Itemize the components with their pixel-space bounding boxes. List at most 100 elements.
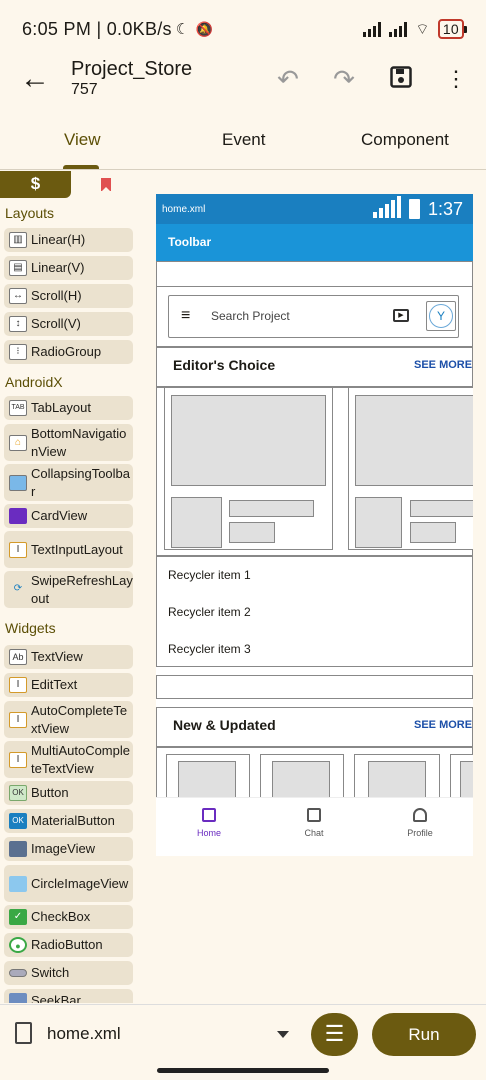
moon-icon: ☾ [175,21,190,38]
switch-icon [9,969,27,977]
palette-item[interactable]: ▥ Linear(H) [4,228,133,252]
seekbar-icon [9,993,27,1003]
palette-item[interactable]: CollapsingToolbar [4,464,133,501]
card-image [171,395,326,486]
back-arrow-icon[interactable]: ← [20,64,50,96]
palette-item[interactable]: CardView [4,504,133,528]
app-tile-image [272,761,330,801]
button-icon: OK [9,785,27,801]
preview-spacer[interactable] [156,675,473,699]
dropdown-arrow-icon[interactable] [277,1031,289,1038]
radiogroup-icon: ⁝ [9,344,27,360]
home-icon [202,808,216,822]
nav-chat[interactable]: Chat [284,808,344,838]
redo-icon[interactable]: ↷ [328,64,360,96]
palette-item[interactable]: I EditText [4,673,133,697]
materialbutton-icon: OK [9,813,27,829]
preview-search-placeholder: Search Project [211,309,290,323]
mute-icon: 🔕 [195,20,214,37]
palette-item[interactable]: TAB TabLayout [4,396,133,420]
imageview-icon [9,841,27,857]
palette-item[interactable]: ↔ Scroll(H) [4,284,133,308]
status-bar: 6:05 PM | 0.0KB/s ☾ 🔕 ⌔ 10 [0,0,486,58]
see-more-link[interactable]: SEE MORE [414,719,472,731]
palette-item[interactable]: SeekBar [4,989,133,1003]
network-speed: 0.0KB/s [106,18,172,39]
tab-indicator [63,165,99,169]
recycler-item: Recycler item 2 [168,605,251,619]
preview-bottom-nav[interactable]: Home Chat Profile [156,797,473,856]
tune-button[interactable]: ☰ [311,1013,358,1056]
card-line [410,522,456,543]
circleimageview-icon [9,875,27,892]
card-image [355,395,473,486]
current-file[interactable]: home.xml [47,1024,121,1044]
palette-item[interactable]: ✓ CheckBox [4,905,133,929]
app-tile-image [460,761,473,801]
project-title: Project_Store [71,58,193,80]
palette-item[interactable]: Switch [4,961,133,985]
palette-item[interactable]: I MultiAutoCompleteTextView [4,741,133,778]
tab-event[interactable]: Event [222,130,265,150]
section-new-updated: New & Updated [173,717,276,733]
battery-icon: 10 [437,19,468,39]
preview-search-bar[interactable]: ≡ Search Project ▶ Y [168,295,459,338]
section-editors-choice: Editor's Choice [173,357,276,373]
card-thumb [171,497,222,548]
textview-icon: Ab [9,649,27,665]
palette-item[interactable]: OK MaterialButton [4,809,133,833]
card-line [229,500,314,517]
bottomnav-icon: ⌂ [9,434,27,451]
palette-header[interactable]: $ [0,171,71,198]
palette-item[interactable]: CircleImageView [4,865,133,902]
see-more-link[interactable]: SEE MORE [414,359,472,371]
editor-tabs: View Event Component [0,118,486,170]
preview-toolbar[interactable]: Toolbar [156,224,473,262]
palette-item[interactable]: Ab TextView [4,645,133,669]
more-vert-icon[interactable]: ⋮ [440,64,472,96]
palette-item[interactable]: ↕ Scroll(V) [4,312,133,336]
preview-clock: 1:37 [427,198,463,219]
nav-home[interactable]: Home [179,808,239,838]
person-icon [413,808,427,822]
tablayout-icon: TAB [9,400,27,416]
palette-item[interactable]: ImageView [4,837,133,861]
scroll-h-icon: ↔ [9,288,27,304]
card-line [410,500,473,517]
palette-item[interactable]: I TextInputLayout [4,531,133,568]
chat-icon [307,808,321,822]
tab-view[interactable]: View [64,130,101,150]
recycler-item: Recycler item 1 [168,568,251,582]
layout-preview[interactable]: home.xml 1:37 Toolbar ≡ Search Project ▶… [156,194,473,856]
wifi-icon: ⌔ [415,20,430,38]
palette-item[interactable]: ▤ Linear(V) [4,256,133,280]
palette-item[interactable]: ⟳ SwipeRefreshLayout [4,571,133,608]
file-icon [15,1022,32,1044]
preview-spacer[interactable] [156,261,473,287]
preview-battery-icon [408,199,420,219]
nav-profile[interactable]: Profile [390,808,450,838]
preview-signal-icon [372,196,401,218]
app-tile-image [178,761,236,801]
signal-icon [363,21,382,37]
card-line [229,522,275,543]
autocomplete-icon: I [9,711,27,728]
category-layouts: Layouts [5,205,55,221]
palette-item[interactable]: ⌂ BottomNavigationView [4,424,133,461]
multiautocomplete-icon: I [9,751,27,768]
palette-item[interactable]: ● RadioButton [4,933,133,957]
palette-item[interactable]: ⁝ RadioGroup [4,340,133,364]
preview-status-bar: home.xml 1:37 [156,194,473,224]
undo-icon[interactable]: ↶ [272,64,304,96]
app-bar: ← Project_Store 757 ↶ ↷ ⋮ [0,58,486,110]
card-thumb [355,497,402,548]
tab-component[interactable]: Component [361,130,449,150]
palette-item[interactable]: OK Button [4,781,133,805]
save-icon[interactable] [385,64,417,96]
category-androidx: AndroidX [5,374,63,390]
palette-item[interactable]: I AutoCompleteTextView [4,701,133,738]
run-button[interactable]: Run [372,1013,476,1056]
status-time: 6:05 PM [22,18,92,39]
scroll-v-icon: ↕ [9,316,27,332]
bookmark-icon[interactable] [101,178,111,192]
